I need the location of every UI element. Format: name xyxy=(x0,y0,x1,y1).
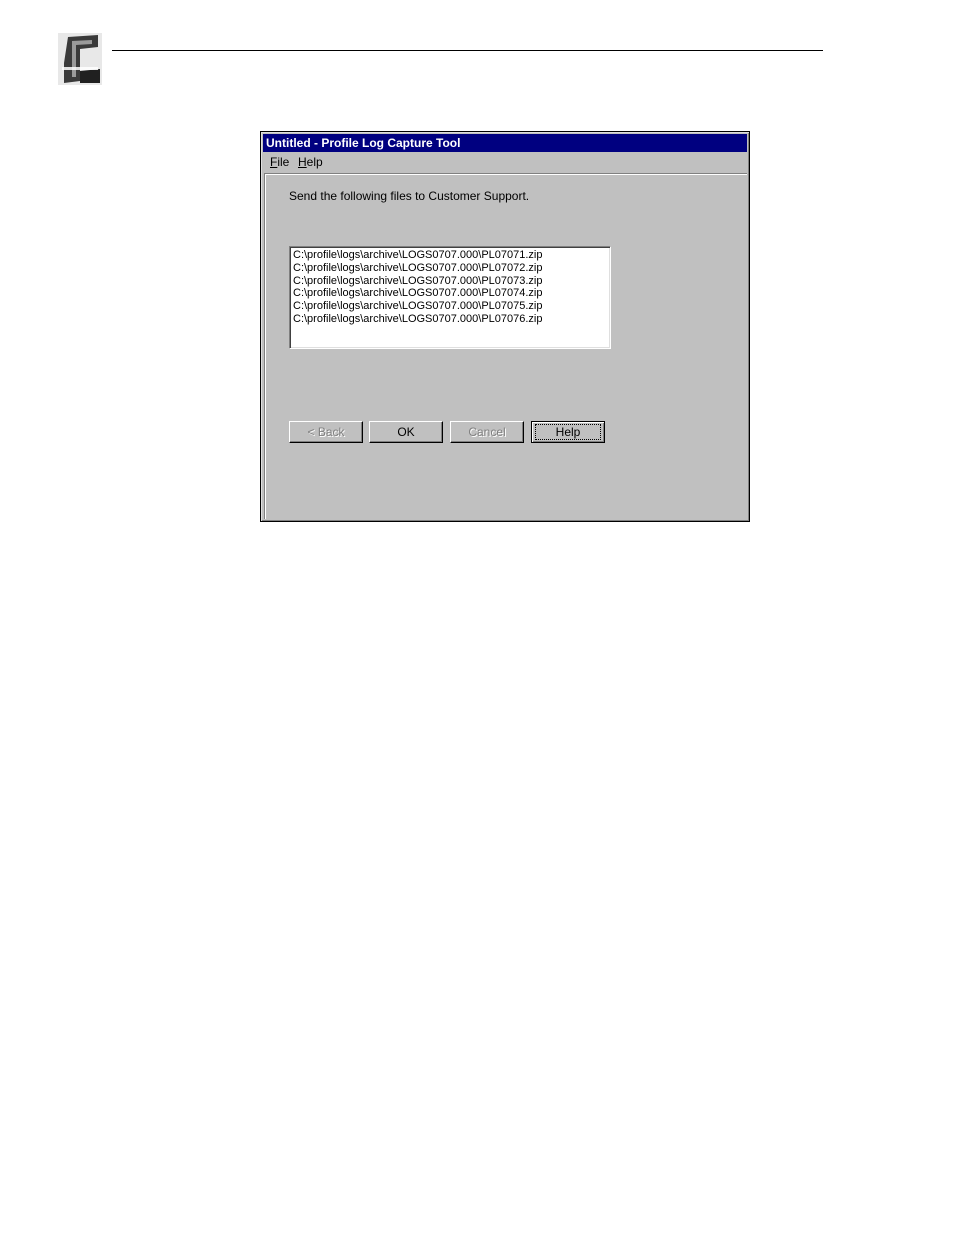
menu-help-label: elp xyxy=(306,155,323,169)
menu-file-label: ile xyxy=(277,155,290,169)
menu-help[interactable]: Help xyxy=(296,153,325,172)
list-item[interactable]: C:\profile\logs\archive\LOGS0707.000\PL0… xyxy=(293,313,607,326)
dialog-client-area: Send the following files to Customer Sup… xyxy=(264,173,747,519)
list-item[interactable]: C:\profile\logs\archive\LOGS0707.000\PL0… xyxy=(293,287,607,300)
list-item[interactable]: C:\profile\logs\archive\LOGS0707.000\PL0… xyxy=(293,275,607,288)
help-button[interactable]: Help xyxy=(531,421,605,443)
log-capture-window: Untitled - Profile Log Capture Tool File… xyxy=(260,131,750,522)
cancel-button[interactable]: Cancel xyxy=(450,421,524,443)
list-item[interactable]: C:\profile\logs\archive\LOGS0707.000\PL0… xyxy=(293,262,607,275)
back-button[interactable]: < Back xyxy=(289,421,363,443)
list-item[interactable]: C:\profile\logs\archive\LOGS0707.000\PL0… xyxy=(293,249,607,262)
window-title: Untitled - Profile Log Capture Tool xyxy=(263,134,747,152)
ok-button[interactable]: OK xyxy=(369,421,443,443)
header-rule xyxy=(112,50,823,51)
menu-help-accel: H xyxy=(298,155,307,169)
list-item[interactable]: C:\profile\logs\archive\LOGS0707.000\PL0… xyxy=(293,300,607,313)
instruction-text: Send the following files to Customer Sup… xyxy=(289,189,530,203)
help-button-label: Help xyxy=(535,424,601,440)
menu-file[interactable]: File xyxy=(268,153,291,172)
menu-bar: File Help xyxy=(263,153,747,172)
profile-logo-icon xyxy=(58,33,102,85)
file-list[interactable]: C:\profile\logs\archive\LOGS0707.000\PL0… xyxy=(289,246,611,349)
